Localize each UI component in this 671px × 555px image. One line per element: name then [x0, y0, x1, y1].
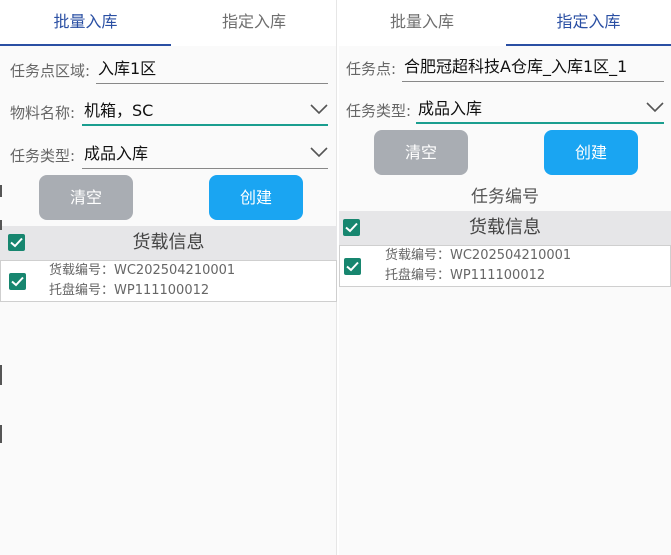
cargo-number: 货载编号：WC202504210001	[49, 263, 236, 278]
field-underline-focused	[416, 122, 664, 124]
task-type-value: 成品入库	[84, 144, 149, 163]
tab-label: 批量入库	[53, 12, 118, 31]
task-area-field[interactable]: 任务点区域: 入库1区	[10, 56, 328, 84]
material-name-select[interactable]: 物料名称: 机箱，SC	[10, 98, 328, 126]
create-button[interactable]: 创建	[209, 175, 303, 220]
material-name-value: 机箱，SC	[84, 101, 154, 120]
field-underline	[96, 83, 328, 84]
tab-active-indicator	[506, 44, 671, 46]
pallet-number: 托盘编号：WP111100012	[385, 268, 546, 283]
cargo-info-header: 货载信息	[339, 211, 671, 245]
chevron-down-icon[interactable]	[646, 100, 664, 114]
task-number-label: 任务编号	[471, 187, 539, 207]
field-underline	[402, 81, 664, 82]
task-area-label: 任务点区域:	[10, 62, 91, 80]
task-type-label: 任务类型:	[10, 147, 76, 165]
clear-button[interactable]: 清空	[374, 130, 468, 175]
cargo-info-header: 货载信息	[0, 226, 337, 260]
edge-artifacts	[0, 0, 2, 555]
material-name-label: 物料名称:	[10, 104, 76, 122]
batch-inbound-panel: 批量入库 指定入库 任务点区域: 入库1区 物料名称: 机箱，SC 任务类型: …	[0, 0, 337, 555]
clear-button[interactable]: 清空	[39, 175, 133, 220]
chevron-down-icon[interactable]	[310, 145, 328, 159]
row-checkbox[interactable]	[344, 258, 361, 275]
pallet-number: 托盘编号：WP111100012	[49, 283, 210, 298]
tab-label: 指定入库	[556, 12, 621, 31]
task-point-label: 任务点:	[346, 60, 397, 78]
tab-active-indicator	[0, 44, 171, 46]
chevron-down-icon[interactable]	[310, 102, 328, 116]
list-item[interactable]: 货载编号：WC202504210001 托盘编号：WP111100012	[0, 260, 337, 302]
tab-bar: 批量入库 指定入库	[0, 0, 336, 46]
field-underline-focused	[82, 124, 328, 126]
check-icon	[11, 276, 24, 287]
tab-bar: 批量入库 指定入库	[339, 0, 671, 46]
tab-specified-inbound[interactable]: 指定入库	[171, 0, 337, 46]
cargo-info-title: 货载信息	[469, 217, 541, 238]
row-checkbox[interactable]	[9, 273, 26, 290]
task-area-value: 入库1区	[98, 59, 157, 78]
tab-label: 批量入库	[389, 12, 454, 31]
tab-batch-inbound[interactable]: 批量入库	[339, 0, 505, 46]
task-type-select[interactable]: 任务类型: 成品入库	[10, 141, 328, 169]
cargo-number: 货载编号：WC202504210001	[385, 248, 572, 263]
task-type-select[interactable]: 任务类型: 成品入库	[346, 96, 664, 124]
tab-label: 指定入库	[221, 12, 286, 31]
task-type-value: 成品入库	[418, 99, 483, 118]
tab-specified-inbound[interactable]: 指定入库	[506, 0, 671, 46]
tab-batch-inbound[interactable]: 批量入库	[0, 0, 171, 46]
task-point-field[interactable]: 任务点: 合肥冠超科技A仓库_入库1区_1	[346, 54, 664, 82]
task-point-value: 合肥冠超科技A仓库_入库1区_1	[404, 57, 628, 76]
task-type-label: 任务类型:	[346, 102, 412, 120]
field-underline	[82, 168, 328, 169]
cargo-info-title: 货载信息	[132, 232, 205, 253]
specified-inbound-panel: 批量入库 指定入库 任务点: 合肥冠超科技A仓库_入库1区_1 任务类型: 成品…	[339, 0, 671, 555]
check-icon	[346, 261, 359, 272]
create-button[interactable]: 创建	[544, 130, 638, 175]
list-item[interactable]: 货载编号：WC202504210001 托盘编号：WP111100012	[339, 245, 671, 287]
